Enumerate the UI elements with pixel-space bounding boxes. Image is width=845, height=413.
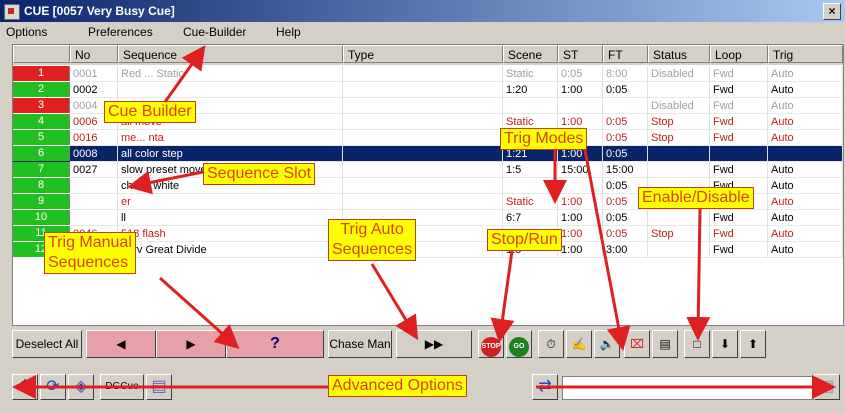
arrow-stop-run [490, 250, 515, 343]
arrow-trig-auto [370, 263, 419, 341]
arrow-trig-modes-2 [583, 149, 631, 351]
arrow-sequence-slot [127, 170, 204, 195]
arrow-enable-disable [686, 208, 711, 341]
arrow-trig-manual [159, 276, 240, 349]
arrow-cue-builder [163, 45, 206, 103]
annotation-arrows [12, 45, 836, 399]
